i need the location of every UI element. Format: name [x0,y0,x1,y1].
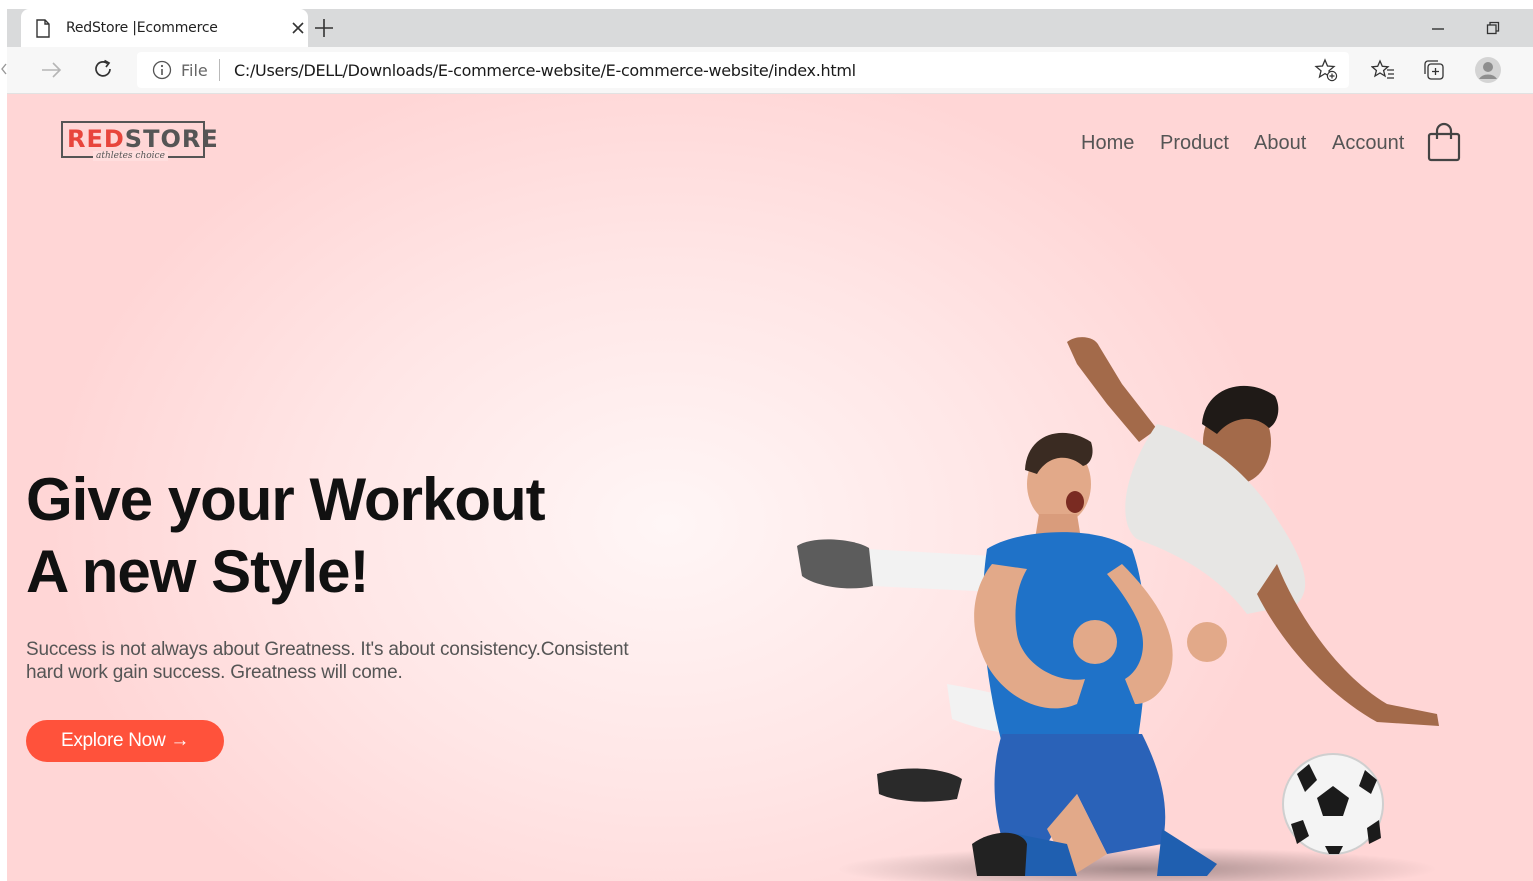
address-url[interactable]: C:/Users/DELL/Downloads/E-commerce-websi… [234,61,856,80]
favorites-icon[interactable] [1371,59,1395,81]
hero-headline: Give your Workout A new Style! [26,464,546,608]
profile-icon[interactable] [1474,56,1502,84]
browser-toolbar: File C:/Users/DELL/Downloads/E-commerce-… [1,47,1533,94]
back-icon[interactable] [1,63,7,75]
browser-tab[interactable]: RedStore |Ecommerce [21,9,308,47]
address-divider [219,59,220,81]
plus-icon[interactable] [314,18,334,38]
forward-icon[interactable] [41,60,63,80]
logo-red-text: RED [67,125,125,153]
shopping-bag-icon[interactable] [1427,122,1461,162]
collections-icon[interactable] [1423,59,1445,81]
nav-home[interactable]: Home [1081,132,1134,155]
explore-now-button[interactable]: Explore Now → [26,720,224,762]
logo-wordmark: REDSTORE [67,125,219,153]
nav-account[interactable]: Account [1332,132,1404,155]
nav-product[interactable]: Product [1160,132,1229,155]
restore-icon[interactable] [1486,21,1500,35]
minimize-icon[interactable] [1431,27,1445,31]
redstore-logo[interactable]: REDSTORE athletes choice [61,121,218,163]
address-scheme-label: File [181,61,208,80]
info-icon[interactable] [152,60,172,80]
logo-dark-text: STORE [124,125,219,153]
browser-tab-strip: RedStore |Ecommerce [7,9,1533,47]
tab-title: RedStore |Ecommerce [66,20,218,36]
football-ball [1282,753,1384,855]
add-favorite-icon[interactable] [1314,58,1338,82]
logo-tagline: athletes choice [93,151,168,161]
close-icon[interactable] [291,21,305,35]
address-bar[interactable]: File C:/Users/DELL/Downloads/E-commerce-… [137,52,1349,88]
nav-about[interactable]: About [1254,132,1306,155]
reload-icon[interactable] [92,58,114,80]
hero-football-players-image [797,337,1439,881]
page-icon [36,19,50,38]
hero-description: Success is not always about Greatness. I… [26,639,629,683]
webpage: REDSTORE athletes choice Home Product Ab… [7,94,1533,881]
hero-headline-line-1: Give your Workout [26,466,546,533]
hero-headline-line-2: A new Style! [26,538,370,605]
